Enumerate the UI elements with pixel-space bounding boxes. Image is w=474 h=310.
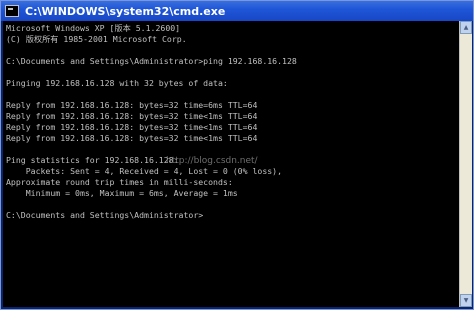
console-line: (C) 版权所有 1985-2001 Microsoft Corp. [6,34,187,44]
console-line: Minimum = 0ms, Maximum = 6ms, Average = … [6,188,238,198]
cmd-window: C:\WINDOWS\system32\cmd.exe Microsoft Wi… [0,0,474,310]
console-line: Microsoft Windows XP [版本 5.1.2600] [6,23,181,33]
console-line: Reply from 192.168.16.128: bytes=32 time… [6,133,258,143]
vertical-scrollbar[interactable]: ▲ ▼ [459,21,472,307]
console-line: Ping statistics for 192.168.16.128: [6,155,179,165]
window-title: C:\WINDOWS\system32\cmd.exe [25,4,226,18]
console-line: Pinging 192.168.16.128 with 32 bytes of … [6,78,228,88]
console-line: Packets: Sent = 4, Received = 4, Lost = … [6,166,283,176]
console-output[interactable]: Microsoft Windows XP [版本 5.1.2600] (C) 版… [3,21,459,307]
command-prompt[interactable]: C:\Documents and Settings\Administrator> [6,210,456,221]
console-line: Reply from 192.168.16.128: bytes=32 time… [6,111,258,121]
console-line: Reply from 192.168.16.128: bytes=32 time… [6,100,258,110]
arrow-up-icon[interactable]: ▲ [460,21,472,34]
cmd-icon[interactable] [5,5,19,17]
console-line: Approximate round trip times in milli-se… [6,177,233,187]
title-bar[interactable]: C:\WINDOWS\system32\cmd.exe [1,1,473,21]
arrow-down-icon[interactable]: ▼ [460,294,472,307]
console-line: Reply from 192.168.16.128: bytes=32 time… [6,122,258,132]
console-line: C:\Documents and Settings\Administrator>… [6,56,297,66]
